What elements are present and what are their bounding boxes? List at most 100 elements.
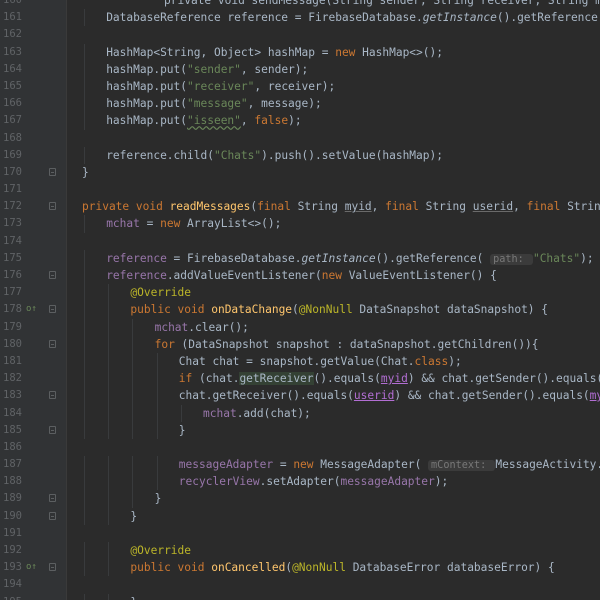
fold-toggle-icon[interactable] bbox=[49, 494, 56, 503]
code-token: } bbox=[130, 596, 137, 600]
code-line[interactable]: 178 o↑ public void onDataChange(@NonNull D… bbox=[0, 301, 600, 319]
indent-guide bbox=[84, 404, 85, 422]
code-token: .setAdapter( bbox=[259, 475, 341, 489]
override-marker-icon[interactable]: o↑ bbox=[26, 301, 40, 318]
code-token: MessageAdapter( bbox=[313, 458, 429, 472]
indent-guide bbox=[108, 318, 110, 336]
fold-toggle-icon[interactable] bbox=[49, 202, 56, 211]
code-token: new bbox=[293, 458, 314, 472]
code-line[interactable]: 175 reference = FirebaseDatabase.getInsta… bbox=[0, 249, 600, 267]
code-token: private void sendMessage(String sender, … bbox=[164, 0, 600, 7]
code-line[interactable]: 190} bbox=[0, 507, 600, 525]
indent-guide bbox=[156, 387, 158, 405]
code-line[interactable]: 165 hashMap.put("receiver", receiver); bbox=[0, 77, 600, 96]
code-line[interactable]: 176 reference.addValueEventListener(new V… bbox=[0, 267, 600, 285]
code-line[interactable]: 174 bbox=[0, 233, 600, 250]
code-token: ().equals( bbox=[313, 372, 381, 386]
code-line[interactable]: 160 private void sendMessage(String sende… bbox=[0, 0, 600, 9]
code-text: mchat = new ArrayList<>(); bbox=[106, 215, 281, 232]
fold-toggle-icon[interactable] bbox=[49, 391, 56, 400]
indent-guide bbox=[84, 387, 85, 405]
code-line[interactable]: 172 private void readMessages(final Strin… bbox=[0, 198, 600, 215]
indent-guide bbox=[132, 473, 134, 491]
fold-toggle-icon[interactable] bbox=[49, 271, 56, 279]
fold-toggle-icon[interactable] bbox=[49, 167, 56, 176]
code-token: false bbox=[254, 114, 289, 128]
line-number: 193 bbox=[3, 561, 22, 574]
code-token: for bbox=[154, 337, 175, 351]
indent-guide bbox=[108, 421, 110, 439]
indent-guide bbox=[84, 456, 85, 474]
code-line[interactable]: 188 recyclerView.setAdapter(messageAdapte… bbox=[0, 473, 600, 491]
fold-toggle-icon[interactable] bbox=[49, 339, 56, 348]
code-line[interactable]: 187 messageAdapter = new MessageAdapter( … bbox=[0, 456, 600, 474]
code-token: readMessages bbox=[169, 200, 251, 214]
code-line[interactable]: 168 bbox=[0, 130, 600, 147]
indent-guide bbox=[108, 352, 110, 371]
code-line[interactable]: 184 mchat.add(chat); bbox=[0, 404, 600, 422]
indent-guide bbox=[84, 112, 85, 130]
fold-toggle-icon[interactable] bbox=[49, 425, 56, 434]
code-line[interactable]: 182 if (chat.getReceiver().equals(myid) &… bbox=[0, 370, 600, 388]
code-token: public void bbox=[130, 303, 212, 317]
code-line[interactable]: 166 hashMap.put("message", message); bbox=[0, 95, 600, 113]
code-token: , bbox=[371, 200, 386, 214]
code-line[interactable]: 180 for (DataSnapshot snapshot : dataSnap… bbox=[0, 335, 600, 353]
code-line[interactable]: 192 @Override bbox=[0, 542, 600, 560]
code-line[interactable]: 191 bbox=[0, 525, 600, 542]
code-area[interactable]: 160 private void sendMessage(String sende… bbox=[0, 0, 600, 600]
code-line[interactable]: 170} bbox=[0, 164, 600, 181]
code-text: public void onDataChange(@NonNull DataSn… bbox=[130, 301, 548, 318]
code-line[interactable]: 167 hashMap.put("isseen", false); bbox=[0, 112, 600, 130]
code-line[interactable]: 164 hashMap.put("sender", sender); bbox=[0, 60, 600, 78]
code-token: ArrayList<>(); bbox=[180, 217, 282, 231]
indent-guide bbox=[156, 352, 158, 371]
code-token: ); bbox=[580, 251, 594, 265]
code-line[interactable]: 183 chat.getReceiver().equals(userid) && … bbox=[0, 387, 600, 405]
code-line[interactable]: 161 DatabaseReference reference = Firebas… bbox=[0, 9, 600, 27]
indent-guide bbox=[84, 593, 85, 600]
fold-toggle-icon[interactable] bbox=[49, 563, 56, 572]
code-line[interactable]: 181 Chat chat = snapshot.getValue(Chat.cl… bbox=[0, 352, 600, 371]
indent-guide bbox=[132, 387, 134, 405]
code-token: public void bbox=[130, 561, 212, 575]
code-line[interactable]: 171 bbox=[0, 181, 600, 198]
code-text: reference.child("Chats").push().setValue… bbox=[106, 147, 443, 164]
code-token: .add(chat); bbox=[236, 406, 311, 420]
fold-toggle-icon[interactable] bbox=[49, 305, 56, 314]
line-number: 195 bbox=[0, 594, 22, 600]
code-line[interactable]: 179 mchat.clear(); bbox=[0, 318, 600, 336]
override-marker-icon[interactable]: o↑ bbox=[26, 559, 40, 576]
indent-guide bbox=[84, 43, 85, 61]
indent-guide bbox=[84, 559, 85, 577]
code-line[interactable]: 185} bbox=[0, 421, 600, 439]
indent-guide bbox=[84, 215, 85, 233]
code-line[interactable]: 163 HashMap<String, Object> hashMap = new… bbox=[0, 43, 600, 61]
code-line[interactable]: 177 @Override bbox=[0, 284, 600, 302]
line-number: 176 bbox=[3, 269, 22, 281]
code-token: "Chats" bbox=[213, 148, 262, 162]
code-token: , sender); bbox=[240, 62, 309, 76]
code-line[interactable]: 189} bbox=[0, 490, 600, 508]
code-line[interactable]: 186 bbox=[0, 439, 600, 456]
code-token: @Override bbox=[130, 544, 192, 557]
code-line[interactable]: 194 bbox=[0, 576, 600, 593]
indent-guide bbox=[84, 249, 85, 267]
fold-toggle-icon[interactable] bbox=[49, 511, 56, 520]
code-text: DatabaseReference reference = FirebaseDa… bbox=[106, 9, 600, 26]
line-number: 170 bbox=[3, 165, 22, 178]
code-token: ); bbox=[434, 475, 449, 489]
indent-guide bbox=[156, 473, 158, 491]
code-line[interactable]: 162 bbox=[0, 26, 600, 43]
code-editor[interactable]: 160 private void sendMessage(String sende… bbox=[0, 0, 600, 600]
code-token: String bbox=[297, 200, 345, 214]
code-line[interactable]: 195} bbox=[0, 593, 600, 600]
code-token: myid bbox=[380, 372, 408, 386]
code-line[interactable]: 193 o↑ public void onCancelled(@NonNull Da… bbox=[0, 559, 600, 577]
code-token: "Chats" bbox=[532, 251, 581, 265]
code-line[interactable]: 173 mchat = new ArrayList<>(); bbox=[0, 215, 600, 233]
code-token: messageAdapter bbox=[340, 475, 435, 489]
code-token: chat.getReceiver().equals( bbox=[178, 389, 354, 403]
code-line[interactable]: 169 reference.child("Chats").push().setVa… bbox=[0, 146, 600, 164]
code-token: ().getReference(); bbox=[496, 11, 600, 25]
